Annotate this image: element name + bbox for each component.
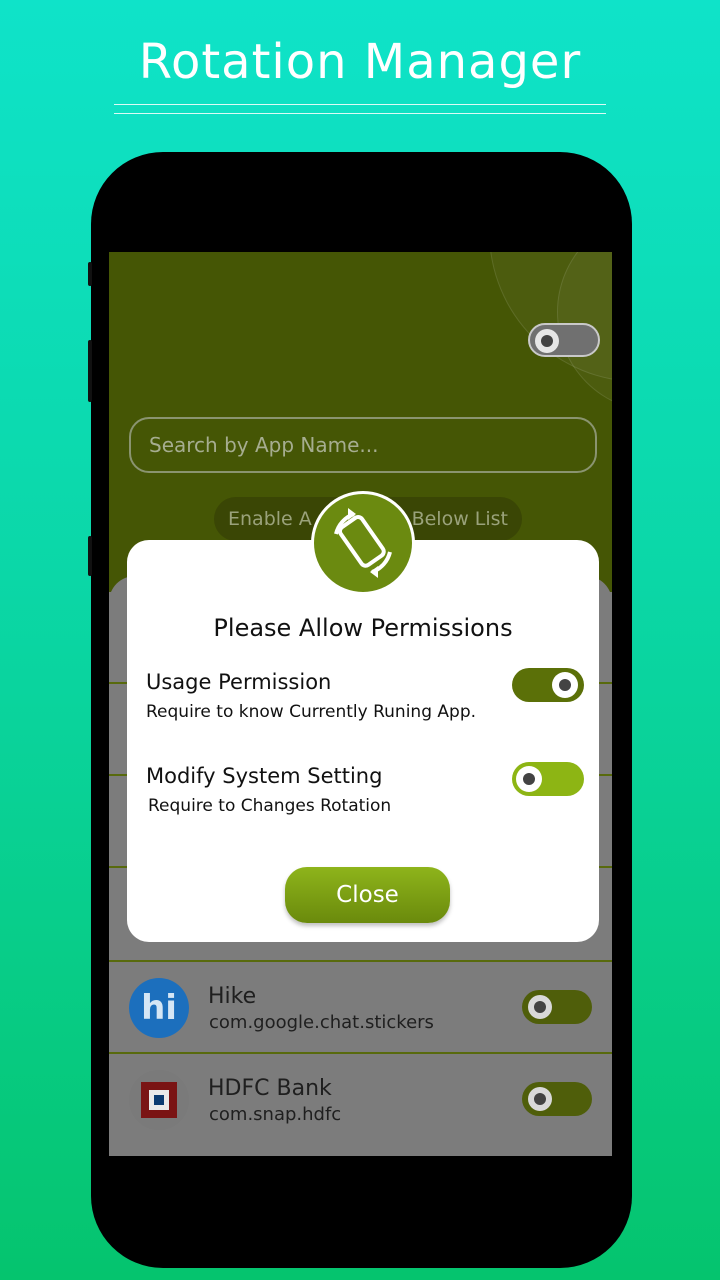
list-item[interactable]: HDFC Bank com.snap.hdfc	[109, 1054, 612, 1146]
phone-side-button	[88, 536, 92, 576]
close-button[interactable]: Close	[285, 867, 450, 923]
phone-side-button	[88, 340, 92, 402]
rotate-phone-icon	[311, 491, 415, 595]
enable-all-label-end: Below List	[411, 508, 508, 530]
hdfc-app-icon	[129, 1070, 189, 1130]
enable-all-label-start: Enable A	[228, 508, 312, 530]
app-package: com.snap.hdfc	[209, 1104, 342, 1125]
hike-app-icon: hi	[129, 978, 189, 1038]
promo-title: Rotation Manager	[138, 34, 582, 90]
toggle-knob	[552, 672, 578, 698]
usage-permission-description: Require to know Currently Runing App.	[146, 702, 477, 722]
search-input[interactable]: Search by App Name...	[129, 417, 597, 473]
phone-side-button	[88, 262, 92, 286]
app-name: Hike	[208, 984, 257, 1009]
permission-dialog: Please Allow Permissions Usage Permissio…	[127, 540, 599, 942]
dialog-title: Please Allow Permissions	[213, 614, 513, 642]
app-rotation-toggle[interactable]	[522, 990, 592, 1024]
modify-settings-description: Require to Changes Rotation	[148, 796, 392, 816]
usage-permission-toggle[interactable]	[512, 668, 584, 702]
toggle-knob	[516, 766, 542, 792]
hdfc-logo-icon	[141, 1082, 177, 1118]
modify-settings-toggle[interactable]	[512, 762, 584, 796]
title-underline	[114, 113, 606, 114]
master-rotation-toggle[interactable]	[528, 323, 600, 357]
toggle-knob	[528, 1087, 552, 1111]
list-item[interactable]: hi Hike com.google.chat.stickers	[109, 962, 612, 1054]
title-underline	[114, 104, 606, 105]
usage-permission-title: Usage Permission	[146, 670, 332, 694]
app-package: com.google.chat.stickers	[209, 1012, 434, 1033]
toggle-knob	[528, 995, 552, 1019]
modify-settings-title: Modify System Setting	[146, 764, 383, 788]
app-name: HDFC Bank	[208, 1076, 332, 1101]
app-rotation-toggle[interactable]	[522, 1082, 592, 1116]
toggle-knob	[535, 329, 559, 353]
